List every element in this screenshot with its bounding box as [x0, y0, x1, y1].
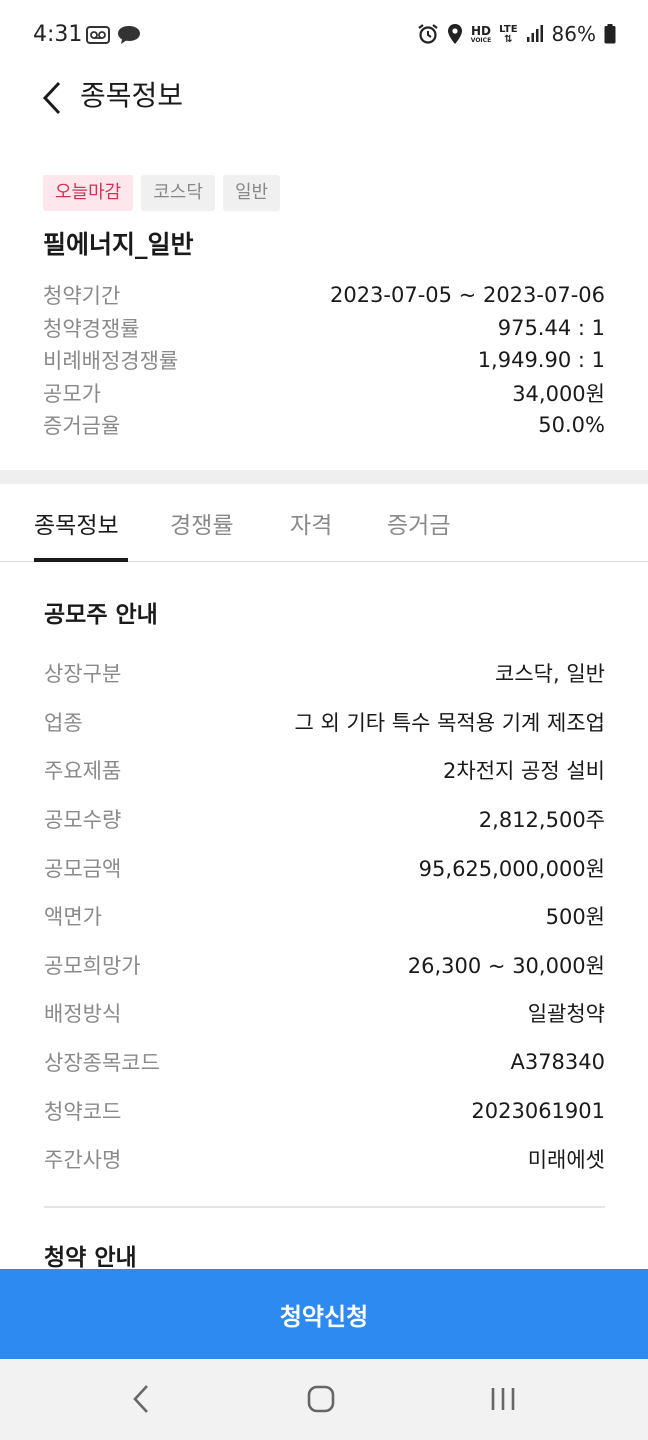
chat-bubble-icon	[118, 26, 140, 44]
nav-home-button[interactable]	[297, 1377, 345, 1421]
info-row: 배정방식 일괄청약	[44, 1002, 605, 1027]
nav-back-icon	[133, 1385, 148, 1413]
summary-row-period: 청약기간 2023-07-05 ~ 2023-07-06	[43, 283, 605, 309]
summary-list: 청약기간 2023-07-05 ~ 2023-07-06 청약경쟁률 975.4…	[43, 279, 605, 442]
status-left-icons	[86, 24, 142, 46]
back-button[interactable]	[30, 76, 74, 120]
voicemail-icon	[86, 26, 110, 44]
nav-recents-icon	[491, 1388, 515, 1410]
chevron-left-icon	[42, 81, 61, 115]
info-row: 주간사명 미래에셋	[44, 1148, 605, 1173]
type-tag: 일반	[222, 175, 281, 211]
nav-recents-button[interactable]	[479, 1377, 527, 1421]
subscribe-button[interactable]: 청약신청	[0, 1269, 648, 1359]
summary-row-margin-rate: 증거금율 50.0%	[43, 413, 605, 439]
battery-icon	[604, 24, 616, 44]
summary-row-offer-price: 공모가 34,000원	[43, 381, 605, 406]
alarm-icon	[418, 24, 438, 44]
hd-voice-indicator: HD VOICE	[470, 23, 492, 44]
nav-home-icon	[307, 1385, 335, 1413]
content-divider	[44, 1206, 605, 1208]
market-tag: 코스닥	[141, 175, 215, 211]
status-time: 4:31	[33, 22, 83, 47]
info-row: 액면가 500원	[44, 905, 605, 930]
summary-row-competition: 청약경쟁률 975.44 : 1	[43, 315, 605, 341]
tab-stock-info[interactable]: 종목정보	[34, 506, 119, 540]
tag-list: 오늘마감 코스닥 일반	[43, 175, 281, 211]
info-row: 공모금액 95,625,000,000원	[44, 856, 605, 881]
location-icon	[447, 24, 462, 44]
data-arrows-icon: ⇅	[504, 33, 513, 45]
signal-icon	[526, 25, 543, 42]
status-right-icons: HD VOICE LTE ⇅ 86%	[417, 22, 616, 46]
deadline-tag: 오늘마감	[43, 175, 134, 211]
system-nav-bar	[0, 1359, 648, 1440]
page-title: 종목정보	[80, 79, 184, 112]
offering-section-title: 공모주 안내	[44, 602, 158, 628]
info-row: 청약코드 2023061901	[44, 1098, 605, 1124]
tab-eligibility[interactable]: 자격	[290, 506, 332, 540]
tab-bar: 종목정보 경쟁률 자격 증거금	[0, 484, 648, 562]
offering-info-list: 상장구분 코스닥, 일반 업종 그 외 기타 특수 목적용 기계 제조업 주요제…	[44, 649, 605, 1184]
info-row: 공모희망가 26,300 ~ 30,000원	[44, 953, 605, 978]
info-row: 상장구분 코스닥, 일반	[44, 662, 605, 687]
tab-deposit[interactable]: 증거금	[387, 506, 450, 540]
info-row: 업종 그 외 기타 특수 목적용 기계 제조업	[44, 710, 605, 735]
info-row: 상장종목코드 A378340	[44, 1050, 605, 1076]
summary-row-proportional-competition: 비례배정경쟁률 1,949.90 : 1	[43, 348, 605, 374]
battery-percent: 86%	[551, 22, 596, 46]
lte-indicator: LTE ⇅	[499, 23, 518, 45]
tab-competition[interactable]: 경쟁률	[170, 506, 233, 540]
nav-back-button[interactable]	[117, 1377, 165, 1421]
screen: 4:31 HD VOICE LTE ⇅ 86% 종목정보 오늘마감 코스닥 일반…	[0, 0, 648, 1440]
section-divider	[0, 470, 648, 484]
stock-name: 필에너지_일반	[43, 230, 194, 259]
info-row: 주요제품 2차전지 공정 설비	[44, 759, 605, 784]
subscription-section-title: 청약 안내	[44, 1245, 137, 1271]
status-bar: 4:31 HD VOICE LTE ⇅ 86%	[0, 0, 648, 72]
info-row: 공모수량 2,812,500주	[44, 808, 605, 833]
active-tab-indicator	[34, 558, 128, 562]
app-header: 종목정보	[0, 72, 648, 136]
